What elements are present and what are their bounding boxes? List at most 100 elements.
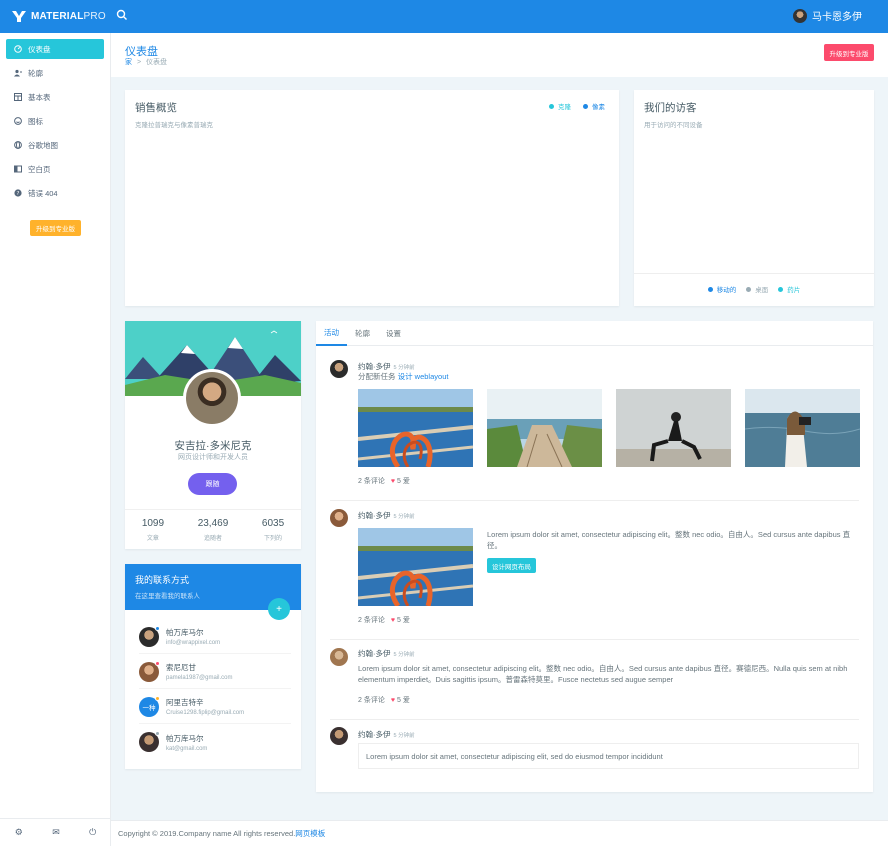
gear-icon[interactable]: ⚙ (15, 827, 23, 838)
feed-author: 约翰·多伊 5 分钟前 (358, 648, 415, 659)
tab-activity[interactable]: 活动 (316, 321, 347, 346)
likes-link[interactable]: 5 爱 (397, 695, 410, 705)
heart-icon[interactable]: ♥ (391, 697, 395, 704)
avatar (139, 625, 160, 647)
legend-label: 桌面 (755, 287, 769, 294)
feed-text: Lorem ipsum dolor sit amet, consectetur … (487, 530, 851, 550)
sidebar-item-dashboard[interactable]: 仪表盘 (6, 39, 104, 59)
photo-rope-2[interactable] (358, 528, 473, 606)
svg-text:?: ? (17, 191, 20, 197)
search-icon[interactable] (116, 9, 128, 21)
stat-value: 23,469 (197, 518, 229, 529)
breadcrumb: 家 > 仪表盘 (125, 57, 167, 67)
page-header: 仪表盘 家 > 仪表盘 升级到专业版 (111, 33, 888, 77)
dashboard-icon (14, 45, 22, 53)
profile-stats: 1099 文章 23,469 追随者 6035 下列的 (125, 509, 301, 542)
brand-logo[interactable]: MATERIAL PRO (0, 0, 111, 33)
upgrade-button[interactable]: 升级到专业版 (30, 220, 81, 236)
sidebar-item-label: 图标 (28, 116, 43, 126)
breadcrumb-home[interactable]: 家 (125, 59, 132, 66)
stat-value: 6035 (261, 518, 285, 529)
user-name: 马卡恩多伊 (812, 12, 862, 23)
sidebar-item-label: 轮廓 (28, 68, 43, 78)
avatar (793, 8, 807, 23)
photo-boardwalk[interactable] (487, 389, 602, 467)
contact-item[interactable]: 帕万库马尔 kat@gmail.com (139, 725, 291, 759)
status-dot (155, 660, 160, 666)
brand-name-thin: PRO (83, 11, 106, 22)
avatar (139, 731, 160, 752)
follow-button[interactable]: 跟随 (188, 473, 237, 495)
author-name: 约翰·多伊 (358, 649, 391, 658)
heart-icon[interactable]: ♥ (391, 617, 395, 624)
stat-value: 1099 (141, 518, 165, 529)
stat-label: 文章 (146, 536, 159, 542)
design-layout-button[interactable]: 设计网页布局 (487, 558, 536, 573)
mail-icon[interactable]: ✉ (52, 827, 60, 838)
footer: Copyright © 2019.Company name All rights… (111, 820, 888, 846)
visitors-subtitle: 用于访问的不同设备 (644, 122, 703, 129)
feed-meta: 2 条评论 ♥ 5 爱 (358, 615, 410, 625)
smile-icon (14, 117, 22, 125)
sidebar-item-label: 仪表盘 (28, 44, 51, 54)
legend-label: 像素 (592, 104, 605, 111)
sales-overview-card: 销售概览 克隆拉普瑞克与像素普瑞克 克隆 像素 (125, 90, 619, 306)
stat-followers: 23,469 追随者 (198, 518, 229, 542)
likes-link[interactable]: 5 爱 (397, 615, 410, 625)
breadcrumb-current: 仪表盘 (146, 59, 167, 66)
contact-item[interactable]: 索尼厄甘 pamela1987@gmail.com (139, 655, 291, 689)
contact-name: 帕万库马尔 (166, 628, 204, 637)
avatar: 一种 (139, 695, 160, 717)
contact-email: Cruise1298.fiplip@gmail.com (166, 710, 245, 716)
comments-link[interactable]: 2 条评论 (358, 615, 385, 625)
legend-item: 克隆 (549, 101, 571, 111)
add-contact-button[interactable]: + (268, 598, 290, 620)
visitors-title: 我们的访客 (644, 102, 697, 114)
profile-avatar (183, 369, 241, 427)
avatar (139, 660, 160, 682)
sidebar: 仪表盘 轮廓 基本表 图标 谷歌地图 空白页 ? 错误 404 升级到专业版 ⚙… (0, 33, 111, 846)
photo-rope-1[interactable] (358, 389, 473, 467)
avatar-initials: 一种 (142, 704, 156, 712)
profile-role: 网页设计师和开发人员 (178, 454, 248, 461)
sidebar-footer: ⚙ ✉ ⏻ (0, 818, 111, 846)
sidebar-item-profile[interactable]: 轮廓 (6, 63, 104, 83)
photo-woman-sitting[interactable] (616, 389, 731, 467)
sidebar-item-icons[interactable]: 图标 (6, 111, 104, 131)
stat-articles: 1099 文章 (142, 518, 164, 542)
comments-link[interactable]: 2 条评论 (358, 695, 385, 705)
feed-text-prefix: 分配新任务 (358, 372, 396, 381)
likes-link[interactable]: 5 爱 (397, 476, 410, 486)
contact-item[interactable]: 帕万库马尔 info@wrappixel.com (139, 620, 291, 654)
sales-subtitle: 克隆拉普瑞克与像素普瑞克 (135, 122, 213, 129)
legend-item: 移动的 (707, 284, 736, 294)
legend-dot (778, 286, 784, 292)
tab-settings[interactable]: 设置 (378, 321, 409, 346)
status-dot (155, 695, 160, 701)
brand-icon (12, 11, 26, 22)
feed-meta: 2 条评论 ♥ 5 爱 (358, 695, 410, 705)
table-icon (14, 93, 22, 101)
sidebar-item-blank[interactable]: 空白页 (6, 159, 104, 179)
sidebar-item-error[interactable]: ? 错误 404 (6, 183, 104, 203)
activity-tabs: 活动 轮廓 设置 (316, 321, 873, 346)
heart-icon[interactable]: ♥ (391, 478, 395, 485)
legend-item: 像素 (583, 101, 605, 111)
photo-camera-girl[interactable] (745, 389, 860, 467)
footer-link[interactable]: 网页模板 (295, 828, 325, 839)
sidebar-item-maps[interactable]: 谷歌地图 (6, 135, 104, 155)
contact-item[interactable]: 一种 阿里吉特辛 Cruise1298.fiplip@gmail.com (139, 690, 291, 724)
task-link[interactable]: 设计 weblayout (398, 372, 449, 381)
feed-meta: 2 条评论 ♥ 5 爱 (358, 476, 410, 486)
sidebar-item-label: 空白页 (28, 164, 51, 174)
profile-name: 安吉拉·多米尼克 (174, 440, 252, 452)
tab-profile[interactable]: 轮廓 (347, 321, 378, 346)
comments-link[interactable]: 2 条评论 (358, 476, 385, 486)
author-name: 约翰·多伊 (358, 730, 391, 739)
upgrade-pro-button[interactable]: 升级到专业版 (824, 44, 874, 61)
contact-email: kat@gmail.com (166, 745, 208, 752)
sidebar-item-tables[interactable]: 基本表 (6, 87, 104, 107)
stat-following: 6035 下列的 (262, 518, 284, 542)
power-icon[interactable]: ⏻ (89, 827, 96, 838)
user-menu[interactable]: 马卡恩多伊 (793, 8, 862, 23)
